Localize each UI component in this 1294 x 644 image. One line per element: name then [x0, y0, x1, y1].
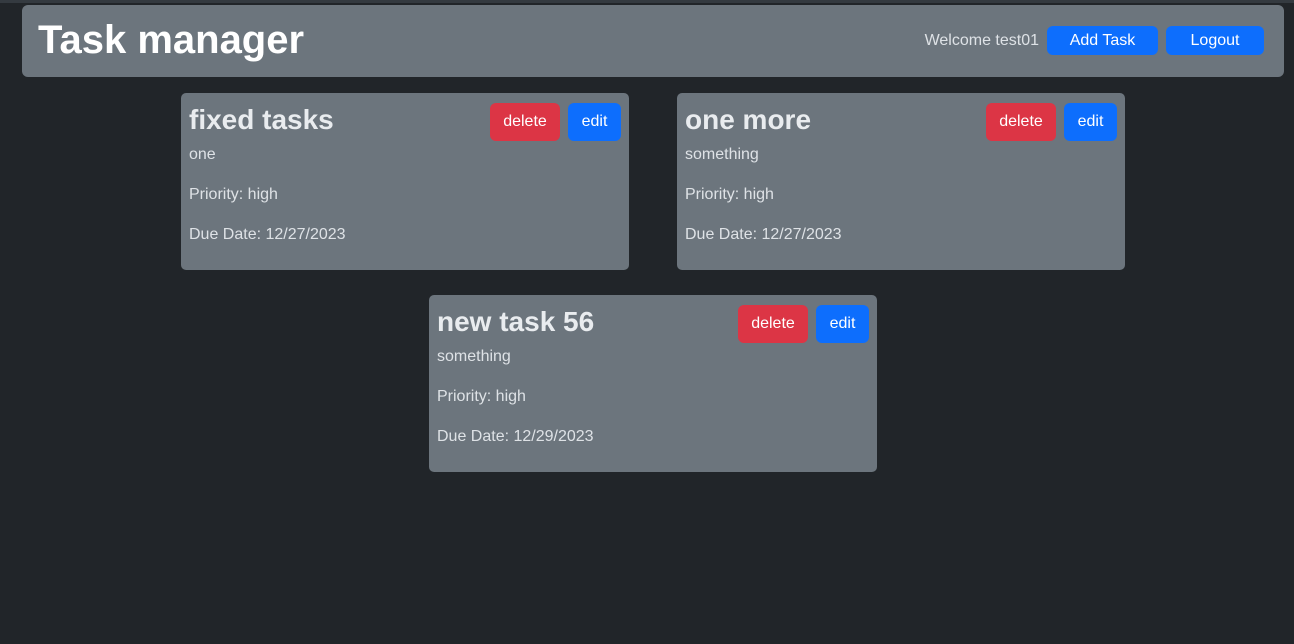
task-card: new task 56 delete edit something Priori…: [429, 295, 877, 472]
task-priority: Priority: high: [685, 186, 774, 203]
task-priority: Priority: high: [189, 186, 278, 203]
delete-task-button[interactable]: delete: [490, 103, 560, 141]
logout-button[interactable]: Logout: [1166, 26, 1264, 55]
task-actions: delete edit: [986, 103, 1117, 141]
task-priority: Priority: high: [437, 388, 526, 405]
delete-task-button[interactable]: delete: [738, 305, 808, 343]
add-task-button[interactable]: Add Task: [1047, 26, 1158, 55]
task-title: fixed tasks: [189, 104, 334, 135]
task-actions: delete edit: [738, 305, 869, 343]
task-description: something: [685, 146, 759, 163]
task-description: something: [437, 348, 511, 365]
task-title: new task 56: [437, 306, 595, 337]
delete-task-button[interactable]: delete: [986, 103, 1056, 141]
header-actions: Welcome test01 Add Task Logout: [925, 26, 1264, 55]
header-bar: Task manager Welcome test01 Add Task Log…: [22, 5, 1284, 77]
page: Task manager Welcome test01 Add Task Log…: [0, 0, 1294, 644]
task-due-date: Due Date: 12/29/2023: [437, 428, 594, 445]
app-title: Task manager: [38, 18, 305, 62]
welcome-text: Welcome test01: [924, 31, 1039, 49]
task-title: one more: [685, 104, 812, 135]
edit-task-button[interactable]: edit: [816, 305, 869, 343]
edit-task-button[interactable]: edit: [568, 103, 621, 141]
task-card: fixed tasks delete edit one Priority: hi…: [181, 93, 629, 270]
task-due-date: Due Date: 12/27/2023: [685, 226, 842, 243]
task-card: one more delete edit something Priority:…: [677, 93, 1125, 270]
task-description: one: [189, 146, 216, 163]
task-actions: delete edit: [490, 103, 621, 141]
task-due-date: Due Date: 12/27/2023: [189, 226, 346, 243]
edit-task-button[interactable]: edit: [1064, 103, 1117, 141]
